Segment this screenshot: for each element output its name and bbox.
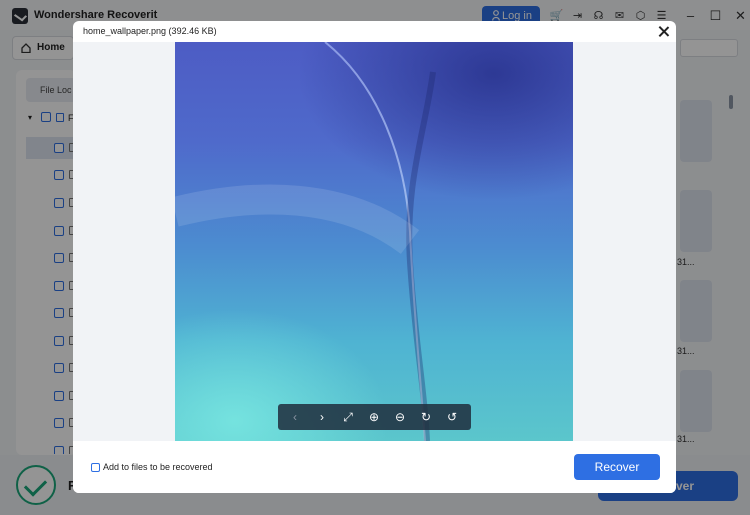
preview-image [175,42,573,441]
recover-button[interactable]: Recover [574,454,660,480]
wallpaper-wave-graphic [175,42,436,441]
rotate-left-icon[interactable]: ↺ [443,408,461,426]
preview-dialog: home_wallpaper.png (392.46 KB) ‹ › ⤢ ⊕ ⊖… [73,21,676,493]
dialog-close-icon[interactable] [657,25,671,39]
rotate-right-icon[interactable]: ↻ [417,408,435,426]
add-to-recover-label[interactable]: Add to files to be recovered [103,462,213,472]
zoom-in-icon[interactable]: ⊕ [365,408,383,426]
add-to-recover-checkbox[interactable] [91,463,100,472]
image-toolbar: ‹ › ⤢ ⊕ ⊖ ↻ ↺ [278,404,471,430]
next-icon[interactable]: › [313,408,331,426]
preview-file-title: home_wallpaper.png (392.46 KB) [83,26,217,36]
fullscreen-icon[interactable]: ⤢ [339,408,357,426]
previous-icon[interactable]: ‹ [286,408,304,426]
zoom-out-icon[interactable]: ⊖ [391,408,409,426]
